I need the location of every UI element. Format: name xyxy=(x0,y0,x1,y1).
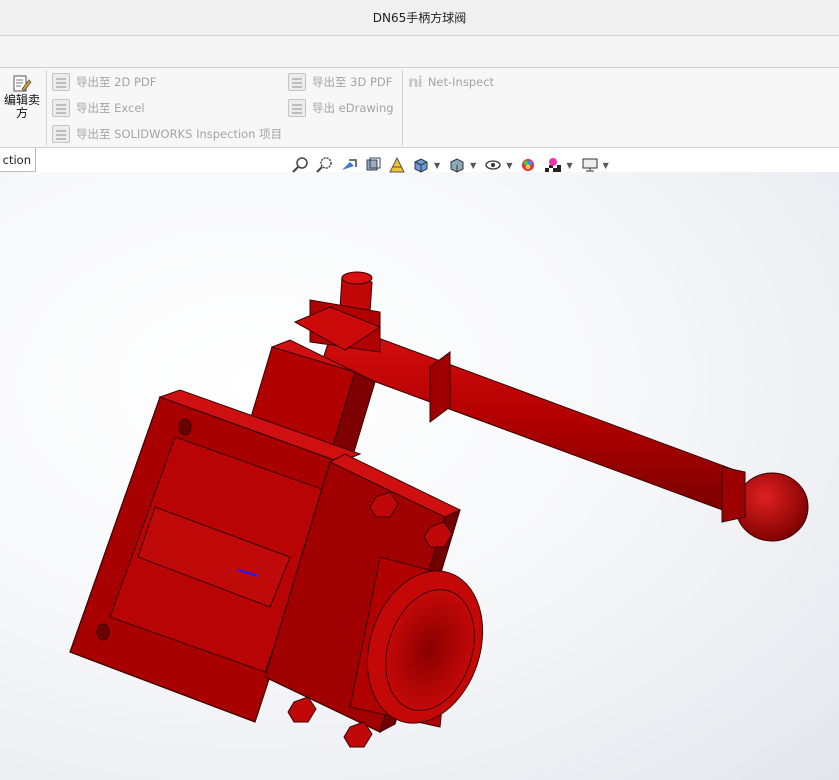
net-inspect-label: Net-Inspect xyxy=(427,75,495,89)
export-edrawing-button[interactable]: 导出 eDrawing xyxy=(288,98,394,118)
ribbon: 编辑卖方 导出至 2D PDF 导出至 Excel 导出至 SOLIDWORKS… xyxy=(0,68,839,148)
3d-pdf-icon xyxy=(288,73,306,91)
chevron-down-icon[interactable]: ▼ xyxy=(434,161,440,170)
export-excel-button[interactable]: 导出至 Excel xyxy=(52,98,145,118)
export-3d-pdf-label: 导出至 3D PDF xyxy=(312,75,393,89)
ribbon-separator xyxy=(402,70,403,146)
edit-document-icon xyxy=(13,75,32,92)
inspection-icon xyxy=(52,125,70,143)
excel-icon xyxy=(52,99,70,117)
chevron-down-icon[interactable]: ▼ xyxy=(506,161,512,170)
chevron-down-icon[interactable]: ▼ xyxy=(603,161,609,170)
edrawing-icon xyxy=(288,99,306,117)
export-edrawing-label: 导出 eDrawing xyxy=(312,101,394,115)
chevron-down-icon[interactable]: ▼ xyxy=(566,161,572,170)
export-inspection-button[interactable]: 导出至 SOLIDWORKS Inspection 项目 xyxy=(52,124,282,144)
menu-bar xyxy=(0,36,839,68)
net-inspect-button[interactable]: ni Net-Inspect xyxy=(408,72,494,92)
chevron-down-icon[interactable]: ▼ xyxy=(470,161,476,170)
net-inspect-icon: ni xyxy=(408,73,423,91)
export-excel-label: 导出至 Excel xyxy=(76,101,145,115)
title-bar: DN65手柄方球阀 xyxy=(0,0,839,36)
export-2d-pdf-button[interactable]: 导出至 2D PDF xyxy=(52,72,156,92)
tab-label: ction xyxy=(2,152,31,167)
tab-inspection[interactable]: ction xyxy=(0,148,36,172)
ribbon-separator xyxy=(46,70,47,146)
edit-seller-button[interactable]: 编辑卖方 xyxy=(0,72,44,132)
export-2d-pdf-label: 导出至 2D PDF xyxy=(76,75,157,89)
export-inspection-label: 导出至 SOLIDWORKS Inspection 项目 xyxy=(76,127,283,141)
export-3d-pdf-button[interactable]: 导出至 3D PDF xyxy=(288,72,392,92)
window-title: DN65手柄方球阀 xyxy=(372,11,467,25)
ball-valve-model[interactable] xyxy=(0,172,839,780)
edit-seller-label: 编辑卖方 xyxy=(3,93,40,120)
pdf-icon xyxy=(52,73,70,91)
valve-stem xyxy=(293,271,382,353)
